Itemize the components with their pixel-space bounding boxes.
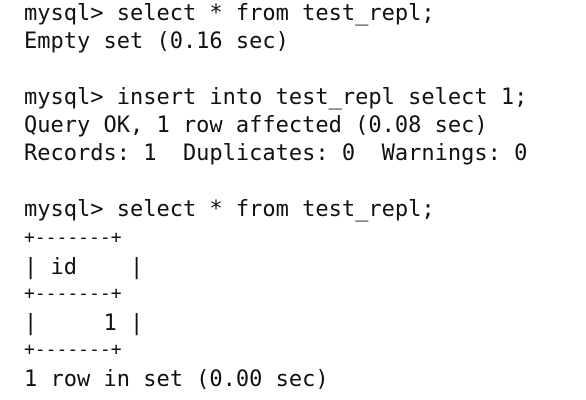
terminal-output[interactable]: mysql> select * from test_repl; Empty se… xyxy=(0,0,586,400)
output-line: Query OK, 1 row affected (0.08 sec) xyxy=(24,113,488,138)
output-line: Records: 1 Duplicates: 0 Warnings: 0 xyxy=(24,141,528,166)
output-line: 1 row in set (0.00 sec) xyxy=(24,367,329,392)
table-border-line: +-------+ xyxy=(24,339,122,360)
output-line: Empty set (0.16 sec) xyxy=(24,29,289,54)
prompt-line: mysql> select * from test_repl; xyxy=(24,1,435,26)
table-header-row: | id | xyxy=(24,255,144,280)
prompt-line: mysql> insert into test_repl select 1; xyxy=(24,85,528,110)
prompt-line: mysql> select * from test_repl; xyxy=(24,197,435,222)
table-border-line: +-------+ xyxy=(24,283,122,304)
table-border-line: +-------+ xyxy=(24,227,122,248)
table-data-row: | 1 | xyxy=(24,311,144,336)
